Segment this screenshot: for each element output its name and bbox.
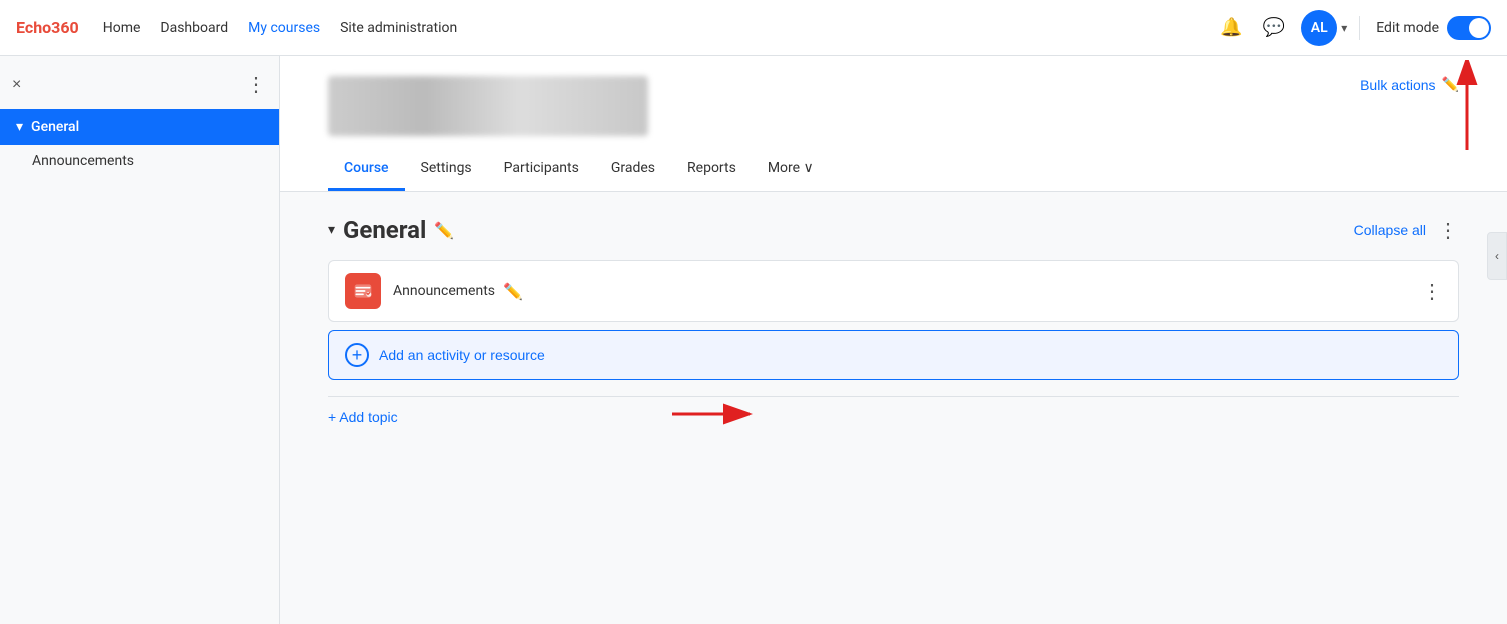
add-topic-label: + Add topic xyxy=(328,409,398,425)
tab-more[interactable]: More ∨ xyxy=(752,148,830,191)
nav-site-administration[interactable]: Site administration xyxy=(340,20,457,36)
course-content: ▾ General ✏️ Collapse all ⋮ xyxy=(280,192,1507,449)
activity-name-announcements: Announcements ✏️ xyxy=(393,282,1410,301)
edit-mode-toggle[interactable] xyxy=(1447,16,1491,40)
add-activity-plus-icon: + xyxy=(345,343,369,367)
tab-course[interactable]: Course xyxy=(328,148,405,191)
section-actions: Collapse all ⋮ xyxy=(1354,218,1459,243)
notifications-bell[interactable]: 🔔 xyxy=(1216,13,1246,42)
logo: Echo360 xyxy=(16,18,79,37)
nav-home[interactable]: Home xyxy=(103,20,141,36)
sidebar-section-general[interactable]: ▾ General xyxy=(0,109,279,145)
sidebar: × ⋮ ▾ General Announcements xyxy=(0,56,280,624)
section-header: ▾ General ✏️ Collapse all ⋮ xyxy=(328,216,1459,244)
chat-icon[interactable]: 💬 xyxy=(1259,13,1289,42)
collapse-all-button[interactable]: Collapse all xyxy=(1354,222,1426,238)
add-topic-row: + Add topic xyxy=(328,396,1459,425)
sidebar-section-chevron-icon: ▾ xyxy=(16,119,23,135)
section-heading: General xyxy=(343,216,426,244)
activity-item-announcements: Announcements ✏️ ⋮ xyxy=(328,260,1459,322)
add-activity-label: Add an activity or resource xyxy=(379,347,545,363)
top-nav: Echo360 Home Dashboard My courses Site a… xyxy=(0,0,1507,56)
section-title: ▾ General ✏️ xyxy=(328,216,454,244)
nav-my-courses[interactable]: My courses xyxy=(248,20,320,36)
right-sidebar-toggle[interactable]: ‹ xyxy=(1487,232,1507,280)
section-more-menu-button[interactable]: ⋮ xyxy=(1438,218,1459,243)
sidebar-header: × ⋮ xyxy=(0,68,279,109)
bulk-actions-label: Bulk actions xyxy=(1360,77,1435,93)
activity-edit-icon[interactable]: ✏️ xyxy=(503,282,523,301)
topnav-right: 🔔 💬 AL ▾ Edit mode xyxy=(1216,10,1491,46)
course-tabs: Course Settings Participants Grades Repo… xyxy=(280,148,1507,192)
avatar-chevron-icon: ▾ xyxy=(1341,21,1347,35)
bulk-actions-row: Bulk actions ✏️ xyxy=(1360,76,1459,93)
main-layout: × ⋮ ▾ General Announcements Bulk actions… xyxy=(0,56,1507,624)
sidebar-close-button[interactable]: × xyxy=(12,76,21,94)
user-avatar[interactable]: AL xyxy=(1301,10,1337,46)
tab-grades[interactable]: Grades xyxy=(595,148,671,191)
edit-mode-label: Edit mode xyxy=(1376,20,1439,36)
sidebar-menu-button[interactable]: ⋮ xyxy=(246,72,267,97)
content-area: Bulk actions ✏️ Course Settings Particip… xyxy=(280,56,1507,624)
course-banner-image xyxy=(328,76,648,136)
announcements-icon xyxy=(345,273,381,309)
add-topic-button[interactable]: + Add topic xyxy=(328,409,398,425)
bulk-actions-edit-icon: ✏️ xyxy=(1442,76,1459,93)
nav-links: Home Dashboard My courses Site administr… xyxy=(103,20,458,36)
tab-participants[interactable]: Participants xyxy=(488,148,595,191)
bulk-actions-button[interactable]: Bulk actions ✏️ xyxy=(1360,76,1459,93)
tab-reports[interactable]: Reports xyxy=(671,148,752,191)
nav-dashboard[interactable]: Dashboard xyxy=(160,20,228,36)
tab-settings[interactable]: Settings xyxy=(405,148,488,191)
section-collapse-chevron[interactable]: ▾ xyxy=(328,222,335,238)
course-header: Bulk actions ✏️ xyxy=(280,56,1507,148)
activity-more-menu-button[interactable]: ⋮ xyxy=(1422,279,1442,304)
user-avatar-wrapper[interactable]: AL ▾ xyxy=(1301,10,1347,46)
edit-mode-section: Edit mode xyxy=(1359,16,1491,40)
sidebar-section-label: General xyxy=(31,119,79,135)
add-activity-button[interactable]: + Add an activity or resource xyxy=(328,330,1459,380)
section-edit-icon[interactable]: ✏️ xyxy=(434,221,454,240)
sidebar-item-announcements[interactable]: Announcements xyxy=(0,145,279,177)
